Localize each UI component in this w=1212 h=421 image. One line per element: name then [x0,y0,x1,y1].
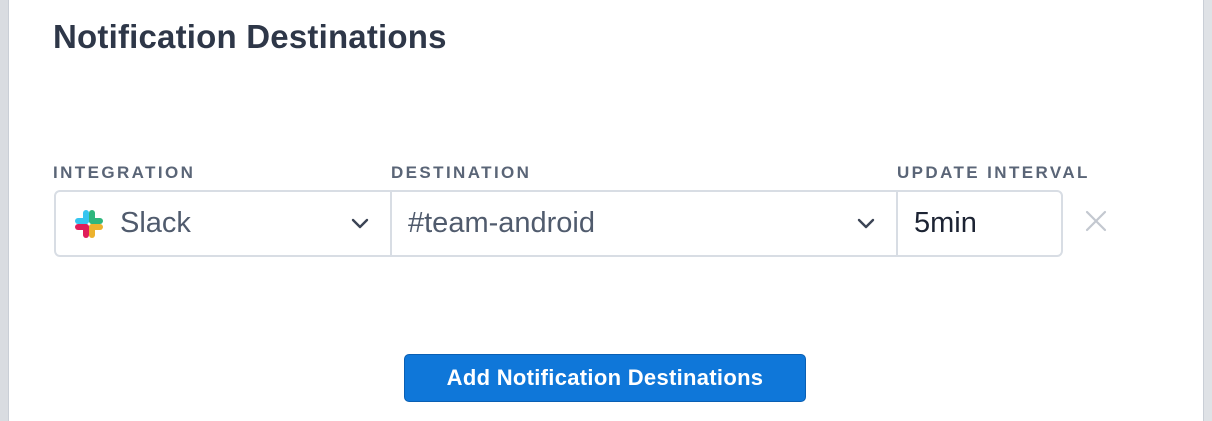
destination-select[interactable]: #team-android [392,192,898,255]
integration-label: INTEGRATION [53,163,196,182]
integration-select[interactable]: Slack [56,192,392,255]
backdrop-left [0,0,8,421]
destination-label: DESTINATION [391,163,532,182]
notification-destinations-modal: Notification Destinations INTEGRATION DE… [8,0,1204,421]
add-notification-destinations-button[interactable]: Add Notification Destinations [404,354,806,402]
chevron-down-icon [856,217,876,231]
chevron-down-icon [350,217,370,231]
update-interval-input[interactable] [914,207,1044,240]
backdrop-right [1204,0,1212,421]
destination-value: #team-android [408,207,595,239]
slack-logo-icon [72,207,106,241]
update-interval-field [898,192,1061,255]
modal-title: Notification Destinations [53,18,447,55]
integration-value: Slack [120,207,191,239]
destination-row: Slack #team-android [54,190,1063,257]
close-icon[interactable] [1083,208,1109,234]
update-interval-label: UPDATE INTERVAL [897,163,1090,182]
